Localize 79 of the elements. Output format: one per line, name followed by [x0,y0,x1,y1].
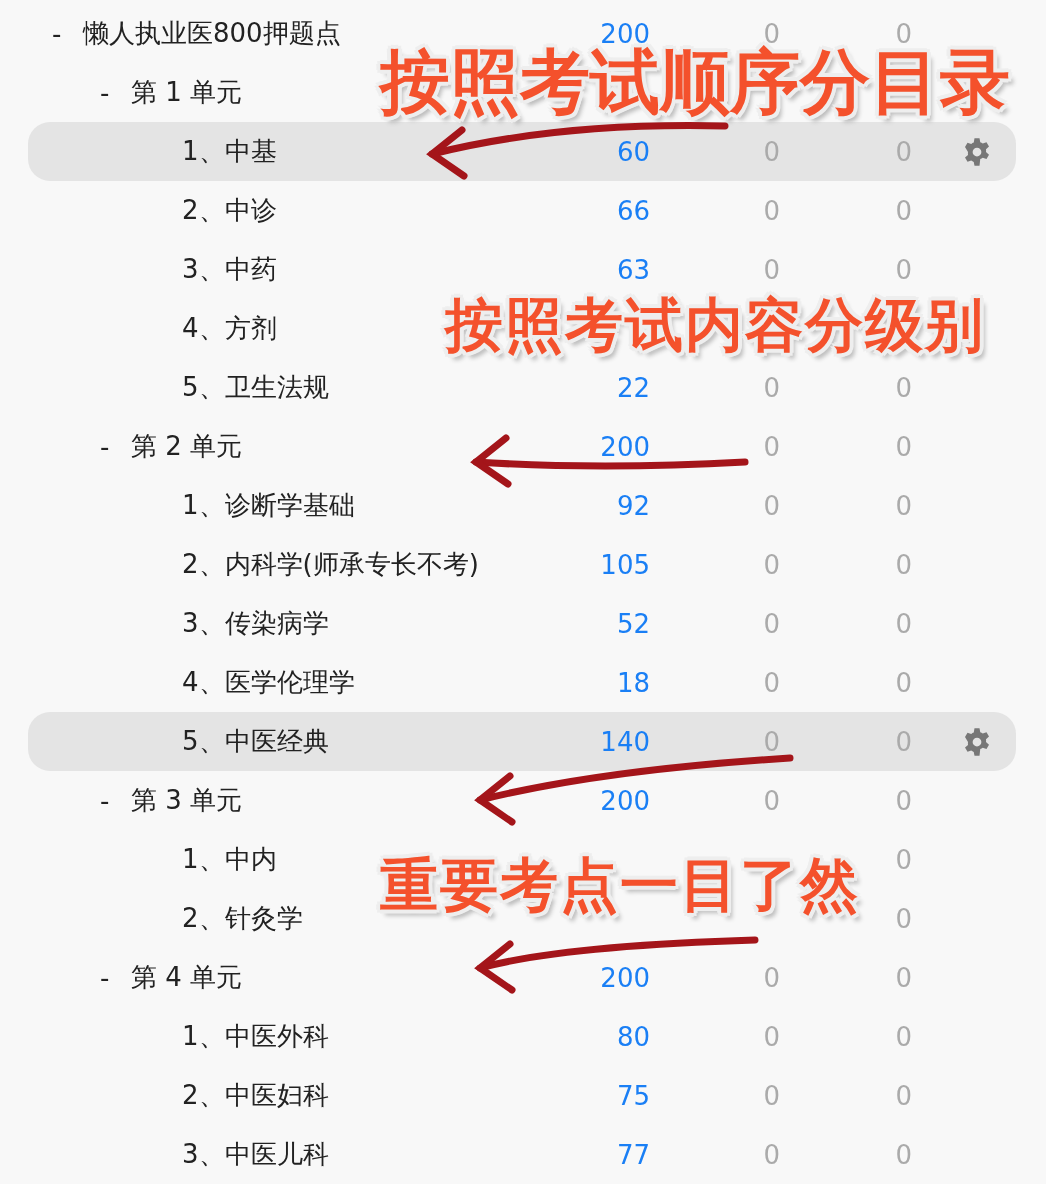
deck-name[interactable]: 2、中诊 [182,193,277,228]
new-count: 52 [616,608,650,639]
card-count: 0 [895,962,912,993]
new-count: 200 [600,431,650,462]
new-count: 80 [616,1021,650,1052]
deck-name[interactable]: 1、诊断学基础 [182,488,355,523]
new-count: 63 [616,254,650,285]
deck-name[interactable]: 3、中医儿科 [182,1137,329,1172]
new-count: 140 [600,726,650,757]
card-count: 0 [763,1139,780,1170]
deck-name[interactable]: 5、卫生法规 [182,370,329,405]
deck-name[interactable]: 3、传染病学 [182,606,329,641]
card-count: 0 [895,136,912,167]
deck-name[interactable]: 懒人执业医800押题点 [83,16,341,51]
card-count: 0 [763,136,780,167]
selected-row[interactable]: 1、中基 60 0 0 [28,122,1016,181]
new-count: 200 [600,962,650,993]
deck-name[interactable]: 4、医学伦理学 [182,665,355,700]
selected-row[interactable]: 5、中医经典 140 0 0 [28,712,1016,771]
deck-name[interactable]: 2、中医妇科 [182,1078,329,1113]
deck-name[interactable]: 第 2 单元 [131,429,243,464]
deck-name[interactable]: 2、针灸学 [182,901,303,936]
card-count: 0 [763,726,780,757]
new-count: 77 [616,1139,650,1170]
deck-name[interactable]: 2、内科学(师承专长不考) [182,547,479,582]
deck-name[interactable]: 1、中医外科 [182,1019,329,1054]
deck-name[interactable]: 1、中基 [182,134,277,169]
card-count: 0 [763,667,780,698]
deck-name[interactable]: 1、中内 [182,842,277,877]
collapse-toggle[interactable]: - [52,18,83,49]
card-count: 0 [895,667,912,698]
card-count: 0 [895,785,912,816]
deck-name[interactable]: 5、中医经典 [182,724,329,759]
card-count: 0 [763,1080,780,1111]
card-count: 0 [763,372,780,403]
card-count: 0 [895,490,912,521]
card-count: 0 [763,1021,780,1052]
card-count: 0 [763,195,780,226]
settings-icon[interactable] [962,136,992,167]
deck-name[interactable]: 第 4 单元 [131,960,243,995]
card-count: 0 [895,254,912,285]
card-count: 0 [895,608,912,639]
card-count: 0 [763,962,780,993]
card-count: 0 [895,18,912,49]
collapse-toggle[interactable]: - [100,77,131,108]
new-count: 75 [616,1080,650,1111]
new-count: 60 [616,136,650,167]
collapse-toggle[interactable]: - [100,785,131,816]
collapse-toggle[interactable]: - [100,431,131,462]
card-count: 0 [895,1080,912,1111]
deck-name[interactable]: 3、中药 [182,252,277,287]
card-count: 0 [895,1139,912,1170]
card-count: 0 [895,195,912,226]
card-count: 0 [895,372,912,403]
new-count: 22 [616,372,650,403]
card-count: 0 [763,431,780,462]
deck-name[interactable]: 4、方剂 [182,311,277,346]
new-count: 92 [616,490,650,521]
card-count: 0 [895,1021,912,1052]
new-count: 18 [616,667,650,698]
settings-icon[interactable] [962,726,992,757]
new-count: 105 [600,549,650,580]
card-count: 0 [895,549,912,580]
annotation-caption: 重要考点一目了然 [380,852,860,918]
new-count: 200 [600,785,650,816]
deck-name[interactable]: 第 3 单元 [131,783,243,818]
collapse-toggle[interactable]: - [100,962,131,993]
card-count: 0 [895,431,912,462]
deck-name[interactable]: 第 1 单元 [131,75,243,110]
card-count: 0 [895,726,912,757]
card-count: 0 [763,608,780,639]
new-count: 66 [616,195,650,226]
card-count: 0 [763,254,780,285]
annotation-caption: 按照考试内容分级别 [445,292,985,358]
card-count: 0 [895,844,912,875]
card-count: 0 [763,785,780,816]
card-count: 0 [763,490,780,521]
card-count: 0 [763,549,780,580]
card-count: 0 [895,903,912,934]
